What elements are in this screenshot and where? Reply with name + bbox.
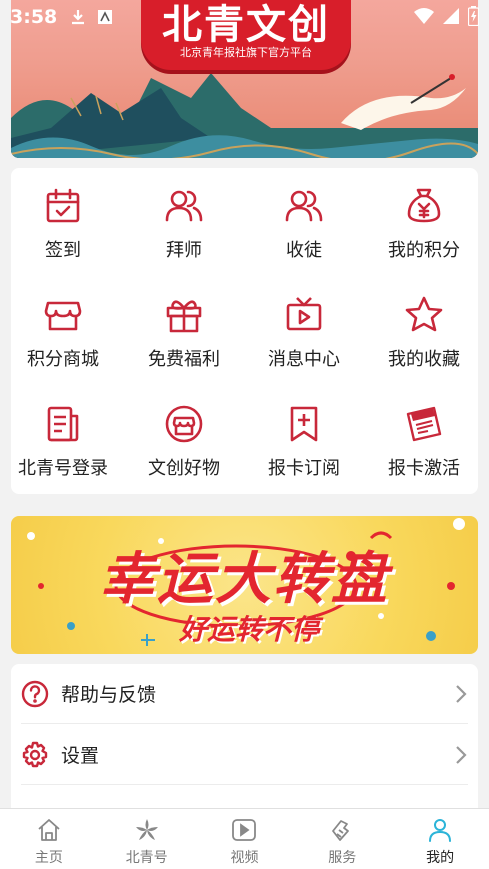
chevron-right-icon [456, 745, 467, 764]
app-notification-icon [98, 10, 113, 24]
menu-item-points-mall[interactable]: 积分商城 [5, 277, 121, 385]
store-icon [44, 301, 82, 331]
menu-label: 我的收藏 [388, 349, 460, 370]
download-icon [72, 10, 85, 25]
calendar-check-icon [46, 188, 80, 223]
document-icon [47, 406, 79, 442]
help-feedback-label: 帮助与反馈 [61, 684, 157, 706]
person-icon [429, 819, 452, 842]
menu-item-free-benefits[interactable]: 免费福利 [126, 277, 242, 385]
users-icon [285, 190, 323, 222]
menu-item-newspaper-activate[interactable]: 报卡激活 [366, 386, 482, 494]
menu-item-find-mentor[interactable]: 拜师 [126, 168, 242, 276]
banner-artwork [11, 73, 478, 158]
home-icon [38, 819, 60, 841]
menu-grid: 签到 拜师 收徒 我的积分 积分商城 免费福利 消息中心 我的收藏 北青号登录 … [11, 168, 478, 494]
menu-item-newspaper-subscribe[interactable]: 报卡订阅 [246, 386, 362, 494]
status-time: 3:58 [10, 6, 58, 28]
help-feedback-row[interactable]: 帮助与反馈 [21, 664, 468, 724]
menu-item-my-points[interactable]: 我的积分 [366, 168, 482, 276]
menu-label: 我的积分 [388, 240, 460, 261]
wifi-icon [414, 8, 434, 24]
settings-label: 设置 [61, 745, 100, 767]
service-icon [332, 820, 350, 841]
menu-label: 收徒 [286, 240, 322, 261]
menu-label: 消息中心 [268, 349, 340, 370]
nav-label: 北青号 [125, 850, 168, 866]
nav-video[interactable]: 视频 [196, 809, 294, 869]
lucky-wheel-subtitle: 好运转不停 [179, 613, 320, 646]
nav-label: 视频 [230, 850, 259, 866]
banner-subtitle: 北京青年报社旗下官方平台 [180, 46, 312, 59]
nav-label: 我的 [426, 850, 455, 866]
nav-label: 服务 [328, 850, 357, 866]
bottom-nav: 主页 北青号 视频 服务 我的 [0, 808, 489, 869]
chevron-right-icon [456, 684, 467, 703]
menu-label: 免费福利 [148, 349, 220, 370]
lucky-wheel-title: 幸运大转盘 [99, 547, 389, 612]
nav-service[interactable]: 服务 [293, 809, 391, 869]
menu-label: 北青号登录 [18, 458, 108, 479]
users-icon [165, 190, 203, 222]
menu-item-take-apprentice[interactable]: 收徒 [246, 168, 362, 276]
menu-label: 报卡激活 [388, 458, 460, 479]
menu-label: 拜师 [166, 240, 202, 261]
menu-label: 报卡订阅 [268, 458, 340, 479]
menu-item-message-center[interactable]: 消息中心 [246, 277, 362, 385]
status-bar: 3:58 [0, 0, 489, 34]
menu-label: 文创好物 [148, 458, 220, 479]
menu-item-cultural-goods[interactable]: 文创好物 [126, 386, 242, 494]
nav-label: 主页 [34, 850, 63, 866]
settings-row[interactable]: 设置 [21, 725, 468, 785]
nav-home[interactable]: 主页 [0, 809, 98, 869]
star-icon [405, 296, 443, 332]
menu-label: 签到 [45, 240, 81, 261]
shop-icon [165, 405, 203, 443]
settings-list: 帮助与反馈 设置 [11, 664, 478, 808]
nav-mine[interactable]: 我的 [391, 809, 489, 869]
menu-item-my-favorites[interactable]: 我的收藏 [366, 277, 482, 385]
money-bag-icon [407, 188, 441, 223]
nav-beiqing[interactable]: 北青号 [98, 809, 196, 869]
menu-item-beiqing-login[interactable]: 北青号登录 [5, 386, 121, 494]
question-circle-icon [21, 680, 49, 707]
menu-item-checkin[interactable]: 签到 [5, 168, 121, 276]
signal-icon [443, 8, 459, 24]
tv-icon [286, 297, 322, 331]
menu-label: 积分商城 [27, 349, 99, 370]
bookmark-plus-icon [290, 406, 318, 442]
lucky-wheel-banner[interactable]: 幸运大转盘 好运转不停 [11, 516, 478, 654]
flower-icon [135, 819, 158, 840]
gear-icon [22, 741, 48, 767]
battery-icon [468, 6, 479, 26]
video-icon [232, 819, 257, 841]
newspaper-icon [406, 406, 442, 442]
gift-icon [166, 300, 202, 333]
